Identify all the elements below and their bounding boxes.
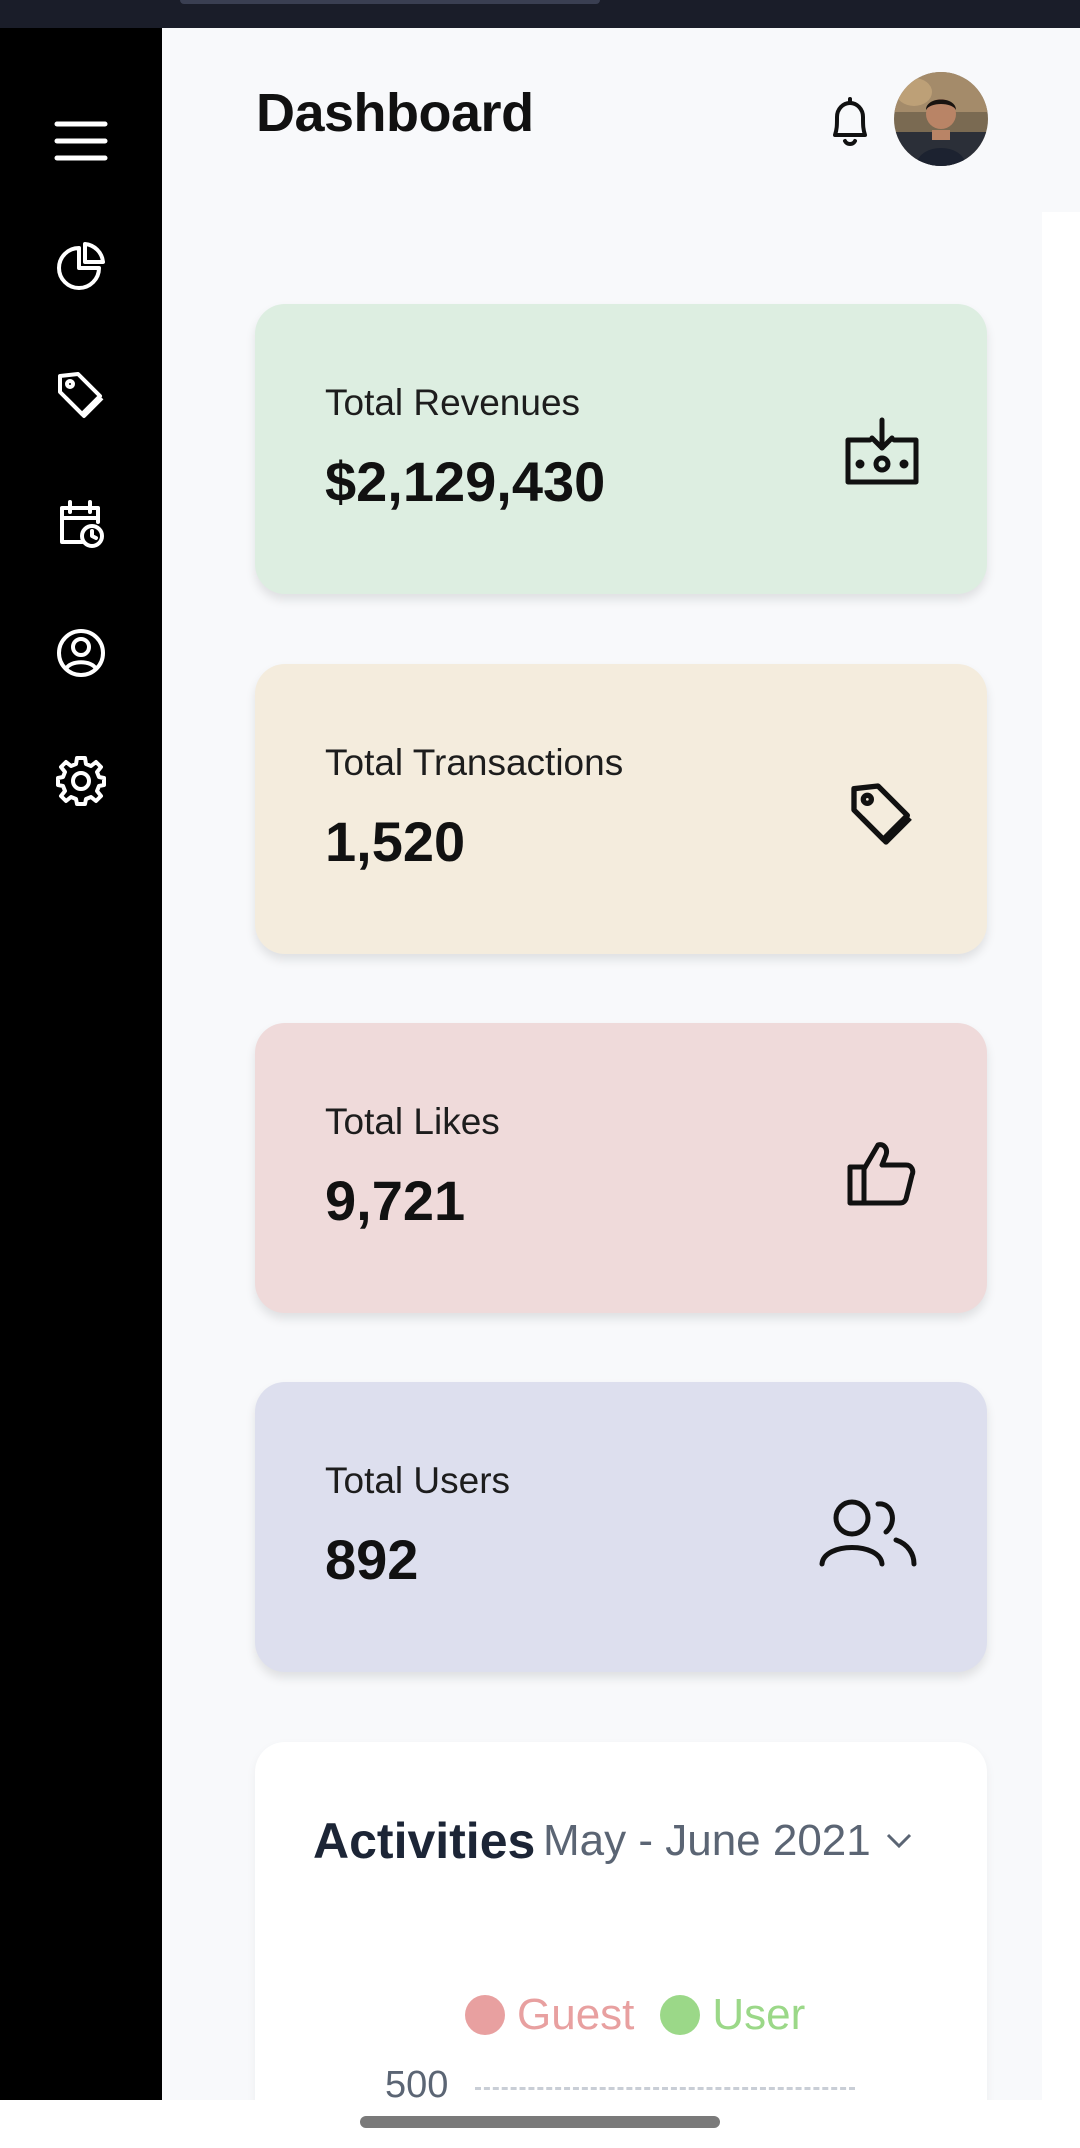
card-label: Total Revenues [325,382,581,423]
user-icon[interactable] [46,618,116,688]
card-label: Total Likes [325,1101,500,1142]
card-value: 9,721 [325,1169,466,1232]
card-value: 892 [325,1528,419,1591]
card-value: $2,129,430 [325,450,606,513]
avatar[interactable] [894,72,988,166]
card-label: Total Users [325,1460,511,1501]
activities-panel: Activities May - June 2021 Guest User 50… [255,1742,987,2142]
home-indicator[interactable] [360,2116,720,2128]
legend-item-user[interactable]: User [660,1990,805,2040]
legend-label: Guest [517,1990,635,2039]
tag-icon [837,769,927,859]
transactions-card: Total Transactions 1,520 [255,664,987,954]
legend-dot [660,1995,701,2035]
chevron-down-icon [886,1833,911,1849]
legend-label: User [712,1990,806,2039]
calendar-icon[interactable] [46,488,116,558]
date-range-select[interactable]: May - June 2021 [543,1816,913,1866]
thumbs-up-icon [837,1128,927,1218]
chart-gridline [475,2087,855,2090]
users-icon [812,1487,922,1577]
likes-card: Total Likes 9,721 [255,1023,987,1313]
card-value: 1,520 [325,810,466,873]
right-panel-edge [1042,212,1080,2100]
tag-icon[interactable] [46,360,116,430]
users-card: Total Users 892 [255,1382,987,1672]
status-bar [0,0,1080,28]
gear-icon[interactable] [46,746,116,816]
cash-icon [837,409,927,499]
bell-icon[interactable] [822,94,878,150]
sidebar [0,28,162,2100]
chart-legend: Guest User [465,1990,805,2040]
status-bar-pill [180,0,600,4]
revenue-card: Total Revenues $2,129,430 [255,304,987,594]
menu-icon[interactable] [46,106,116,176]
activities-title: Activities [313,1813,536,1869]
pie-chart-icon[interactable] [46,231,116,301]
legend-item-guest[interactable]: Guest [465,1990,634,2040]
card-label: Total Transactions [325,742,624,783]
page-title: Dashboard [256,83,534,143]
date-range-label: May - June 2021 [543,1816,871,1865]
legend-dot [465,1995,505,2035]
